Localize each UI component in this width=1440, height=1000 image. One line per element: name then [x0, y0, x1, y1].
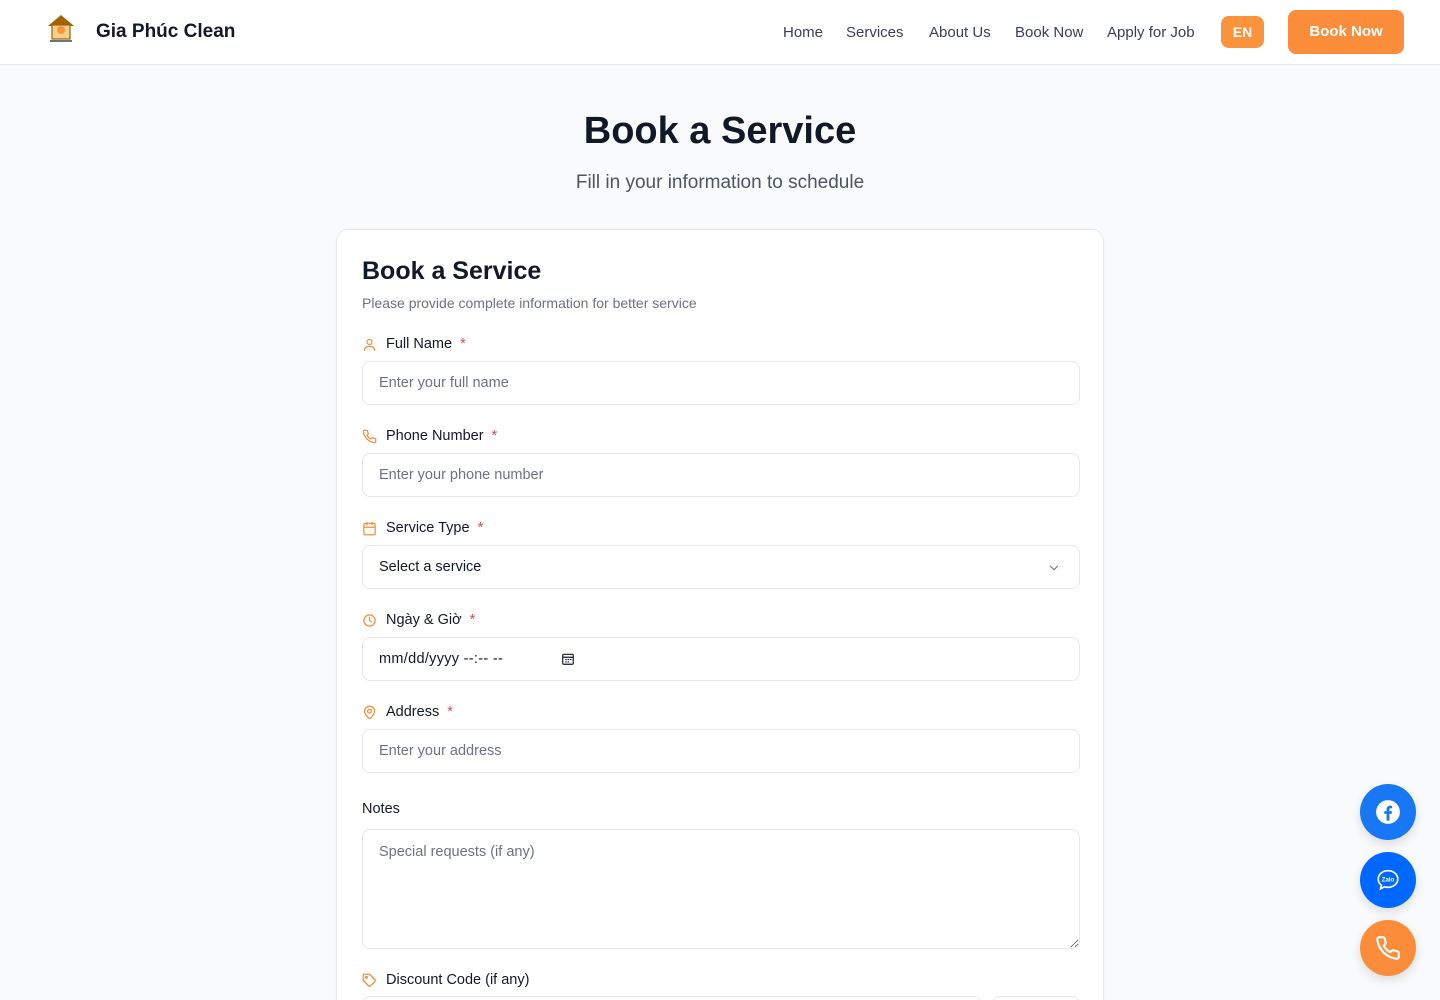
notes-label-text: Notes	[362, 801, 400, 817]
phone-icon	[362, 429, 377, 443]
call-button[interactable]	[1360, 920, 1416, 976]
phone-call-icon	[1376, 936, 1400, 960]
nav-services[interactable]: Services	[846, 24, 904, 41]
address-label: Address *	[362, 704, 453, 720]
page-title: Book a Service	[583, 110, 857, 152]
language-toggle-button[interactable]: EN	[1221, 16, 1264, 48]
required-mark: *	[469, 612, 476, 628]
required-mark: *	[477, 520, 484, 536]
form-title: Book a Service	[362, 257, 542, 285]
phone-input[interactable]	[362, 453, 1080, 497]
full-name-input[interactable]	[362, 361, 1080, 405]
brand-name[interactable]: Gia Phúc Clean	[96, 21, 235, 43]
notes-label: Notes	[362, 801, 400, 817]
service-type-label-text: Service Type	[386, 520, 470, 536]
zalo-button[interactable]: Zalo	[1360, 852, 1416, 908]
zalo-icon: Zalo	[1377, 869, 1399, 891]
booking-form-card: Book a Service Please provide complete i…	[336, 229, 1104, 1000]
nav-apply-for-job[interactable]: Apply for Job	[1107, 24, 1195, 41]
notes-textarea[interactable]	[362, 829, 1080, 949]
zalo-text: Zalo	[1382, 877, 1395, 884]
brand-logo[interactable]	[44, 12, 78, 46]
phone-label: Phone Number *	[362, 428, 497, 444]
service-type-value: Select a service	[379, 559, 482, 575]
site-header: Gia Phúc Clean Home Services About Us Bo…	[0, 0, 1440, 65]
nav-home[interactable]: Home	[783, 24, 823, 41]
address-input[interactable]	[362, 729, 1080, 773]
required-mark: *	[460, 336, 466, 352]
chevron-down-icon	[1049, 565, 1059, 571]
user-icon	[363, 338, 376, 351]
map-pin-icon	[363, 705, 376, 719]
discount-input[interactable]	[362, 996, 982, 1000]
datetime-label-text: Ngày & Giờ	[386, 612, 462, 628]
discount-label: Discount Code (if any)	[362, 972, 529, 988]
nav-about-us[interactable]: About Us	[929, 24, 991, 41]
nav-book-now[interactable]: Book Now	[1015, 24, 1083, 41]
service-type-label: Service Type *	[362, 520, 483, 536]
tag-icon	[362, 973, 376, 987]
discount-label-text: Discount Code (if any)	[386, 972, 530, 988]
phone-label-text: Phone Number	[386, 428, 484, 444]
page-subtitle: Fill in your information to schedule	[575, 172, 865, 193]
apply-discount-button[interactable]	[992, 996, 1080, 1000]
clock-icon	[363, 613, 376, 627]
full-name-label: Full Name *	[362, 336, 466, 352]
book-now-button[interactable]: Book Now	[1288, 10, 1404, 54]
calendar-picker-icon[interactable]	[561, 652, 575, 666]
datetime-label: Ngày & Giờ *	[362, 612, 475, 628]
service-type-select[interactable]: Select a service	[362, 545, 1080, 589]
full-name-label-text: Full Name	[386, 336, 453, 352]
facebook-icon	[1376, 800, 1400, 824]
datetime-input[interactable]: mm/dd/yyyy --:-- --	[362, 637, 1080, 681]
datetime-value: mm/dd/yyyy --:-- --	[379, 651, 504, 667]
facebook-button[interactable]	[1360, 784, 1416, 840]
form-description: Please provide complete information for …	[362, 295, 697, 311]
required-mark: *	[491, 428, 498, 444]
calendar-icon	[363, 521, 376, 535]
required-mark: *	[447, 704, 453, 720]
address-label-text: Address	[386, 704, 440, 720]
